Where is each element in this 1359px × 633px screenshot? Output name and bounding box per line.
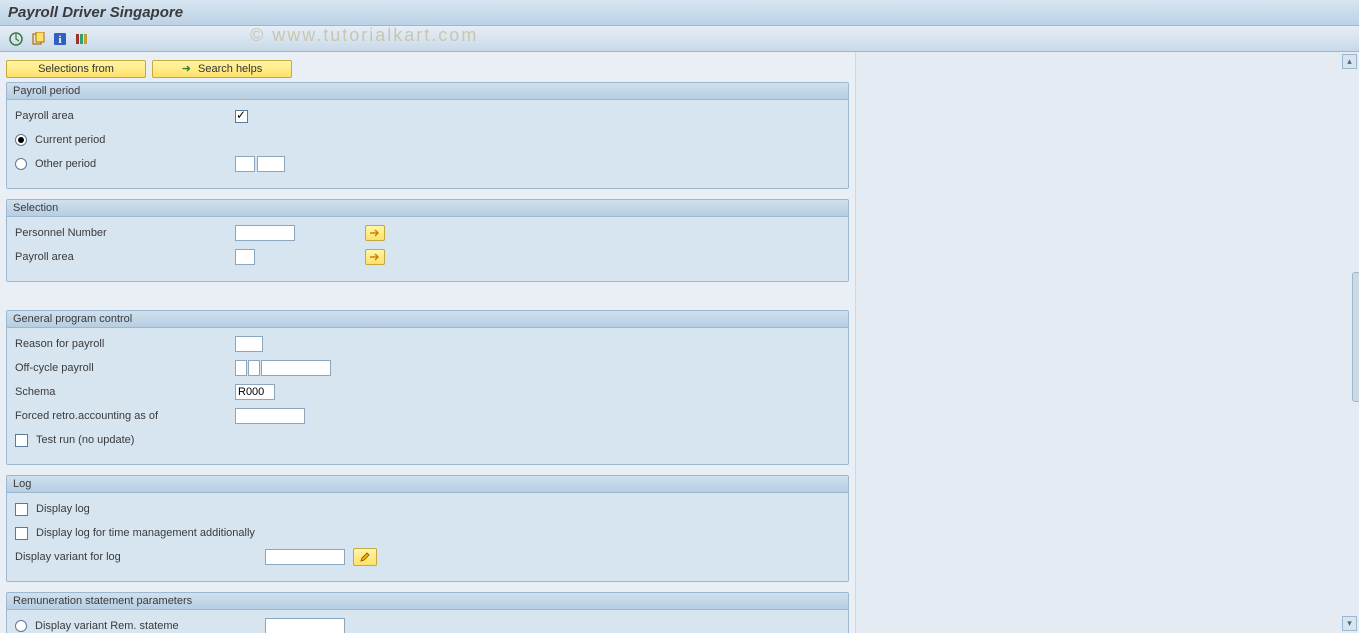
group-header: Log xyxy=(7,476,848,493)
display-variant-rem-option[interactable]: Display variant Rem. stateme xyxy=(15,620,265,632)
edit-variant-button[interactable] xyxy=(353,548,377,566)
group-header: General program control xyxy=(7,311,848,328)
execute-icon[interactable] xyxy=(8,31,24,47)
arrow-right-icon: ➜ xyxy=(182,62,191,76)
selections-from-button[interactable]: Selections from xyxy=(6,60,146,78)
display-log-option[interactable]: Display log xyxy=(15,503,90,516)
schema-label: Schema xyxy=(15,386,235,398)
schema-input[interactable] xyxy=(235,384,275,400)
multiple-selection-button[interactable] xyxy=(365,249,385,265)
scroll-down-icon[interactable]: ▾ xyxy=(1342,616,1357,631)
main-content: Selections from ➜ Search helps Payroll p… xyxy=(0,52,855,633)
display-variant-log-input[interactable] xyxy=(265,549,345,565)
checkbox-icon xyxy=(15,503,28,516)
payroll-area-sel-input[interactable] xyxy=(235,249,255,265)
radio-icon xyxy=(15,620,27,632)
payroll-area-checkbox[interactable] xyxy=(235,110,248,123)
offcycle-label: Off-cycle payroll xyxy=(15,362,235,374)
group-general-control: General program control Reason for payro… xyxy=(6,310,849,465)
scroll-thumb[interactable] xyxy=(1352,272,1359,402)
display-variant-log-label: Display variant for log xyxy=(15,551,265,563)
radio-icon xyxy=(15,158,27,170)
forced-retro-input[interactable] xyxy=(235,408,305,424)
personnel-number-label: Personnel Number xyxy=(15,227,235,239)
other-period-input-1[interactable] xyxy=(235,156,255,172)
payroll-area-sel-label: Payroll area xyxy=(15,251,235,263)
checkbox-icon xyxy=(15,434,28,447)
offcycle-input-3[interactable] xyxy=(261,360,331,376)
offcycle-input-1[interactable] xyxy=(235,360,247,376)
other-period-option[interactable]: Other period xyxy=(15,158,235,170)
checkbox-icon xyxy=(15,527,28,540)
info-icon[interactable]: i xyxy=(52,31,68,47)
personnel-number-input[interactable] xyxy=(235,225,295,241)
test-run-option[interactable]: Test run (no update) xyxy=(15,434,235,447)
right-pane: ▴ ▾ xyxy=(855,52,1359,633)
radio-icon xyxy=(15,134,27,146)
display-log-tm-option[interactable]: Display log for time management addition… xyxy=(15,527,255,540)
search-helps-label: Search helps xyxy=(198,63,262,75)
layout-icon[interactable] xyxy=(74,31,90,47)
reason-label: Reason for payroll xyxy=(15,338,235,350)
forced-retro-label: Forced retro.accounting as of xyxy=(15,410,235,422)
offcycle-input-2[interactable] xyxy=(248,360,260,376)
group-header: Selection xyxy=(7,200,848,217)
group-header: Remuneration statement parameters xyxy=(7,593,848,610)
other-period-input-2[interactable] xyxy=(257,156,285,172)
group-selection: Selection Personnel Number Payroll area xyxy=(6,199,849,282)
reason-input[interactable] xyxy=(235,336,263,352)
group-log: Log Display log Display log for time man… xyxy=(6,475,849,582)
svg-text:i: i xyxy=(58,34,61,46)
group-remuneration: Remuneration statement parameters Displa… xyxy=(6,592,849,633)
multiple-selection-button[interactable] xyxy=(365,225,385,241)
group-header: Payroll period xyxy=(7,83,848,100)
page-title: Payroll Driver Singapore xyxy=(0,0,1359,26)
current-period-option[interactable]: Current period xyxy=(15,134,235,146)
scroll-up-icon[interactable]: ▴ xyxy=(1342,54,1357,69)
search-helps-button[interactable]: ➜ Search helps xyxy=(152,60,292,78)
toolbar: i xyxy=(0,26,1359,52)
group-payroll-period: Payroll period Payroll area Current peri… xyxy=(6,82,849,189)
variant-icon[interactable] xyxy=(30,31,46,47)
payroll-area-label: Payroll area xyxy=(15,110,235,122)
